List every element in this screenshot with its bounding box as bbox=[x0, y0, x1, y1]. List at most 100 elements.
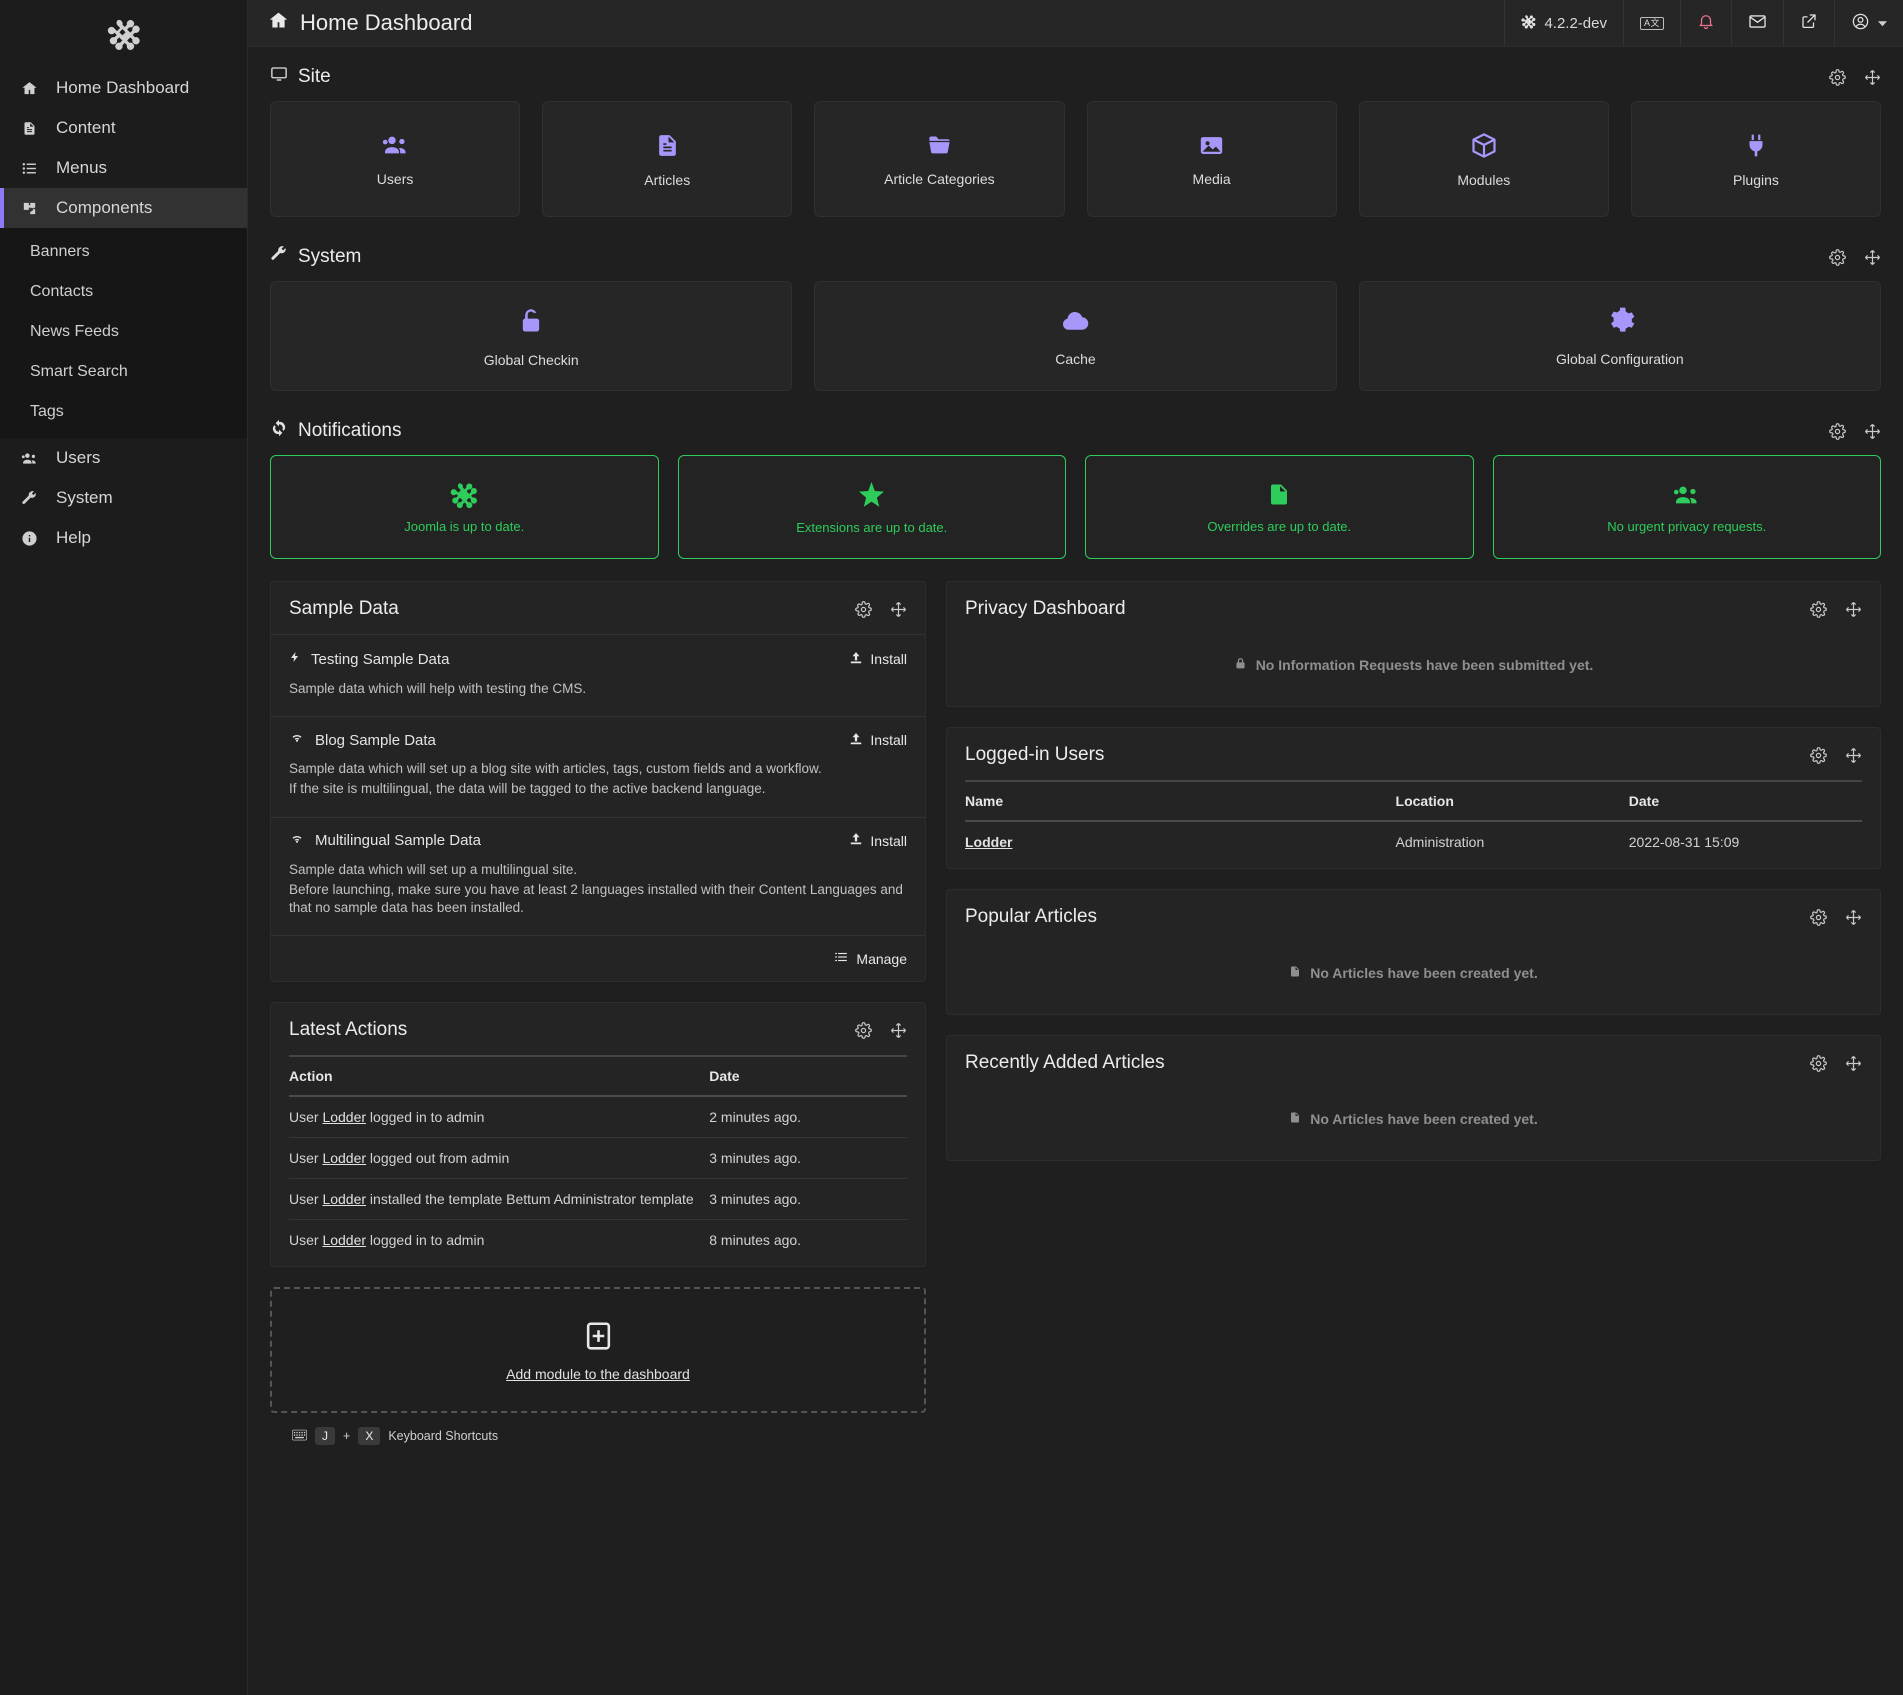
cube-icon bbox=[1470, 131, 1498, 160]
sample-data-item-desc2: If the site is multilingual, the data wi… bbox=[289, 781, 766, 797]
user-link[interactable]: Lodder bbox=[322, 1150, 366, 1166]
notification-cards: Joomla is up to date. Extensions are up … bbox=[270, 455, 1881, 559]
user-link[interactable]: Lodder bbox=[965, 834, 1012, 850]
tile-global-configuration[interactable]: Global Configuration bbox=[1358, 281, 1881, 391]
panel-title: Latest Actions bbox=[289, 1019, 408, 1041]
users-icon bbox=[380, 131, 411, 159]
notifications-section-header: Notifications bbox=[270, 419, 1881, 443]
move-icon[interactable] bbox=[1845, 601, 1862, 618]
move-icon[interactable] bbox=[890, 601, 907, 618]
sample-data-item-name: Blog Sample Data bbox=[315, 731, 436, 749]
tile-global-checkin[interactable]: Global Checkin bbox=[270, 281, 793, 391]
table-row: User Lodder logged in to admin 2 minutes… bbox=[289, 1096, 907, 1139]
joomla-logo[interactable] bbox=[0, 0, 247, 68]
list-icon bbox=[834, 950, 848, 967]
privacy-dashboard-empty: No Information Requests have been submit… bbox=[947, 634, 1880, 706]
gear-icon[interactable] bbox=[1810, 600, 1827, 618]
star-icon bbox=[856, 480, 887, 510]
gear-icon[interactable] bbox=[1829, 248, 1846, 266]
gear-icon[interactable] bbox=[1810, 1054, 1827, 1072]
sidebar-item-contacts[interactable]: Contacts bbox=[0, 272, 247, 312]
version-indicator[interactable]: 4.2.2-dev bbox=[1504, 0, 1623, 47]
install-button[interactable]: Install bbox=[849, 832, 907, 849]
gear-icon[interactable] bbox=[855, 600, 872, 618]
sample-data-item-header: Blog Sample Data Install bbox=[289, 731, 907, 749]
action-suffix: logged out from admin bbox=[366, 1150, 510, 1167]
column-header-location: Location bbox=[1395, 780, 1629, 822]
user-link[interactable]: Lodder bbox=[322, 1109, 366, 1125]
sidebar-item-home-dashboard[interactable]: Home Dashboard bbox=[0, 68, 247, 108]
date-cell: 8 minutes ago. bbox=[709, 1232, 802, 1249]
tile-modules[interactable]: Modules bbox=[1358, 101, 1609, 217]
gear-icon[interactable] bbox=[855, 1021, 872, 1039]
panel-latest-actions: Latest Actions Action Date User Lodder l… bbox=[270, 1002, 926, 1268]
install-label: Install bbox=[870, 732, 907, 749]
move-icon[interactable] bbox=[1864, 69, 1881, 86]
sidebar-item-components[interactable]: Components bbox=[0, 188, 247, 228]
messages-button[interactable] bbox=[1731, 0, 1783, 47]
move-icon[interactable] bbox=[1864, 423, 1881, 440]
tile-label: Plugins bbox=[1732, 171, 1779, 188]
move-icon[interactable] bbox=[1845, 909, 1862, 926]
shortcut-key-x: X bbox=[358, 1427, 381, 1446]
sidebar: Home Dashboard Content Menus Components bbox=[0, 0, 248, 1695]
view-site-button[interactable] bbox=[1783, 0, 1834, 47]
recently-added-articles-header: Recently Added Articles bbox=[947, 1036, 1880, 1088]
manage-label: Manage bbox=[856, 950, 907, 967]
sidebar-item-system[interactable]: System bbox=[0, 478, 247, 518]
sidebar-item-menus[interactable]: Menus bbox=[0, 148, 247, 188]
tile-cache[interactable]: Cache bbox=[814, 281, 1337, 391]
gear-icon[interactable] bbox=[1810, 746, 1827, 764]
tile-plugins[interactable]: Plugins bbox=[1630, 101, 1882, 217]
recently-added-articles-empty: No Articles have been created yet. bbox=[947, 1088, 1880, 1160]
sidebar-item-tags[interactable]: Tags bbox=[0, 392, 247, 432]
sidebar-item-banners[interactable]: Banners bbox=[0, 232, 247, 272]
install-button[interactable]: Install bbox=[849, 651, 907, 668]
notifications-bell-button[interactable] bbox=[1680, 0, 1731, 47]
article-icon bbox=[1289, 964, 1301, 982]
tile-media[interactable]: Media bbox=[1086, 101, 1337, 217]
add-module-dropzone[interactable]: Add module to the dashboard bbox=[270, 1287, 926, 1414]
privacy-dashboard-header: Privacy Dashboard bbox=[947, 582, 1880, 634]
app-root: Home Dashboard Content Menus Components bbox=[0, 0, 1903, 1695]
empty-text: No Articles have been created yet. bbox=[1310, 1111, 1538, 1127]
install-button[interactable]: Install bbox=[849, 732, 907, 749]
gear-icon[interactable] bbox=[1829, 68, 1846, 86]
sidebar-item-news-feeds[interactable]: News Feeds bbox=[0, 312, 247, 352]
user-link[interactable]: Lodder bbox=[322, 1191, 366, 1207]
move-icon[interactable] bbox=[1864, 249, 1881, 266]
tile-label: Article Categories bbox=[884, 170, 995, 187]
users-icon bbox=[1671, 481, 1702, 509]
translate-button[interactable]: A文 bbox=[1622, 0, 1680, 47]
column-header-name: Name bbox=[965, 780, 1396, 822]
sidebar-item-help[interactable]: Help bbox=[0, 518, 247, 558]
version-text: 4.2.2-dev bbox=[1544, 14, 1607, 32]
move-icon[interactable] bbox=[890, 1022, 907, 1039]
system-section-header: System bbox=[270, 245, 1881, 269]
topbar-actions: 4.2.2-dev A文 bbox=[1504, 0, 1903, 47]
notification-card-extensions-update: Extensions are up to date. bbox=[677, 455, 1066, 559]
cloud-icon bbox=[1056, 306, 1094, 341]
tile-article-categories[interactable]: Article Categories bbox=[814, 101, 1065, 217]
move-icon[interactable] bbox=[1845, 747, 1862, 764]
sidebar-item-users[interactable]: Users bbox=[0, 438, 247, 478]
sidebar-item-content[interactable]: Content bbox=[0, 108, 247, 148]
gear-icon[interactable] bbox=[1810, 908, 1827, 926]
joomla-icon bbox=[1521, 14, 1536, 33]
move-icon[interactable] bbox=[1845, 1055, 1862, 1072]
manage-button[interactable]: Manage bbox=[834, 950, 907, 967]
sample-data-item-name: Multilingual Sample Data bbox=[315, 832, 481, 850]
sidebar-item-smart-search[interactable]: Smart Search bbox=[0, 352, 247, 392]
user-link[interactable]: Lodder bbox=[322, 1232, 366, 1248]
tile-users[interactable]: Users bbox=[270, 101, 521, 217]
tile-articles[interactable]: Articles bbox=[542, 101, 793, 217]
puzzle-icon bbox=[18, 200, 40, 217]
panel-title: Privacy Dashboard bbox=[965, 598, 1126, 619]
column-header-date: Date bbox=[1628, 780, 1862, 822]
sidebar-item-label: System bbox=[56, 488, 113, 507]
sample-data-item-desc2: Before launching, make sure you have at … bbox=[289, 881, 903, 916]
gear-icon[interactable] bbox=[1829, 422, 1846, 440]
user-menu-button[interactable] bbox=[1834, 0, 1903, 47]
sidebar-item-label: Home Dashboard bbox=[56, 78, 190, 97]
wifi-icon bbox=[289, 832, 305, 850]
